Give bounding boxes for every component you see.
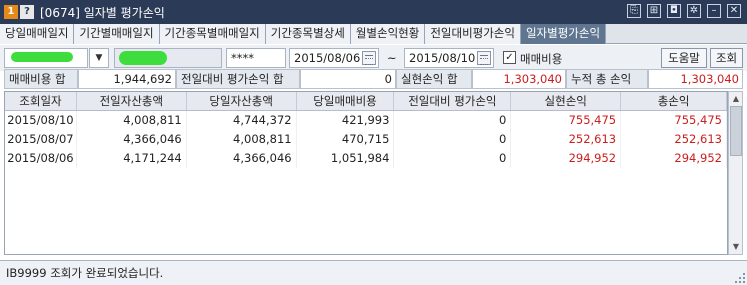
scroll-thumb[interactable] xyxy=(730,106,742,156)
window-titlebar: 1 ? [0674] 일자별 평가손익 ⎘ ⊞ ◘ ✲ – ✕ xyxy=(0,0,747,24)
tab-bar: 당일매매일지 기간별매매일지 기간종목별매매일지 기간종목별상세 월별손익현황 … xyxy=(0,24,747,44)
query-button[interactable]: 조회 xyxy=(710,48,743,68)
redacted-account-name xyxy=(119,51,167,65)
realized-total-value: 1,303,040 xyxy=(472,69,566,89)
grid-header: 조회일자 전일자산총액 당일자산총액 당일매매비용 전일대비 평가손익 실현손익… xyxy=(5,92,727,111)
start-date-field[interactable]: 2015/08/06 xyxy=(289,48,379,68)
cumulative-total-label: 누적 총 손익 xyxy=(566,69,648,89)
cumulative-total-value: 1,303,040 xyxy=(648,69,743,89)
prev-diff-cell: 0 xyxy=(394,130,512,149)
table-row[interactable]: 2015/08/07 4,366,046 4,008,811 470,715 0… xyxy=(5,130,727,149)
column-header[interactable]: 전일대비 평가손익 xyxy=(394,92,512,110)
minimize-icon[interactable]: – xyxy=(707,4,721,18)
date-cell: 2015/08/06 xyxy=(5,149,77,168)
start-date-value: 2015/08/06 xyxy=(294,51,361,65)
prev-assets-cell: 4,171,244 xyxy=(77,149,187,168)
date-cell: 2015/08/10 xyxy=(5,111,77,130)
table-row[interactable]: 2015/08/06 4,171,244 4,366,046 1,051,984… xyxy=(5,149,727,168)
trade-fee-cell: 1,051,984 xyxy=(297,149,395,168)
filter-bar: ▼ **** 2015/08/06 ~ 2015/08/10 ✓ 매매비용 도움… xyxy=(0,45,747,71)
fee-checkbox-label[interactable]: 매매비용 xyxy=(520,51,562,67)
gear-icon[interactable]: ✲ xyxy=(687,4,701,18)
prev-diff-cell: 0 xyxy=(394,149,512,168)
fee-total-value: 1,944,692 xyxy=(78,69,176,89)
end-date-value: 2015/08/10 xyxy=(409,51,476,65)
today-assets-cell: 4,366,046 xyxy=(187,149,297,168)
camera-icon[interactable]: ◘ xyxy=(667,4,681,18)
tab-monthly-pnl[interactable]: 월별손익현황 xyxy=(350,24,426,44)
window-title: [0674] 일자별 평가손익 xyxy=(40,5,165,20)
prev-diff-total-label: 전일대비 평가손익 합 xyxy=(176,69,300,89)
total-pnl-cell: 252,613 xyxy=(621,130,727,149)
date-cell: 2015/08/07 xyxy=(5,130,77,149)
column-header[interactable]: 당일자산총액 xyxy=(187,92,297,110)
realized-pnl-cell: 252,613 xyxy=(511,130,622,149)
realized-total-label: 실현손익 합 xyxy=(396,69,472,89)
end-date-field[interactable]: 2015/08/10 xyxy=(404,48,494,68)
today-assets-cell: 4,744,372 xyxy=(187,111,297,130)
summary-bar: 매매비용 합 1,944,692 전일대비 평가손익 합 0 실현손익 합 1,… xyxy=(0,69,747,89)
account-number-field[interactable] xyxy=(4,48,88,68)
trade-fee-cell: 421,993 xyxy=(297,111,395,130)
account-dropdown-button[interactable]: ▼ xyxy=(89,48,109,68)
fee-total-label: 매매비용 합 xyxy=(4,69,78,89)
scroll-down-icon[interactable]: ▼ xyxy=(730,241,742,253)
tab-daily-eval-pnl[interactable]: 일자별평가손익 xyxy=(520,24,607,44)
prev-diff-total-value: 0 xyxy=(300,69,396,89)
tab-prev-day-eval-pnl[interactable]: 전일대비평가손익 xyxy=(425,24,521,44)
results-grid[interactable]: 조회일자 전일자산총액 당일자산총액 당일매매비용 전일대비 평가손익 실현손익… xyxy=(4,91,728,255)
column-header[interactable]: 총손익 xyxy=(621,92,727,110)
today-assets-cell: 4,008,811 xyxy=(187,130,297,149)
prev-diff-cell: 0 xyxy=(394,111,512,130)
table-row[interactable]: 2015/08/10 4,008,811 4,744,372 421,993 0… xyxy=(5,111,727,130)
help-button[interactable]: 도움말 xyxy=(661,48,707,68)
close-icon[interactable]: ✕ xyxy=(727,4,741,18)
pin-icon[interactable]: ⊞ xyxy=(647,4,661,18)
prev-assets-cell: 4,366,046 xyxy=(77,130,187,149)
column-header[interactable]: 실현손익 xyxy=(511,92,622,110)
status-message: IB9999 조회가 완료되었습니다. xyxy=(6,266,164,280)
grid-vertical-scrollbar[interactable]: ▲ ▼ xyxy=(728,91,743,255)
calendar-icon[interactable] xyxy=(477,51,491,65)
tab-period-trade-journal[interactable]: 기간별매매일지 xyxy=(74,24,160,44)
tab-period-stock-detail[interactable]: 기간종목별상세 xyxy=(265,24,351,44)
calendar-icon[interactable] xyxy=(362,51,376,65)
column-header[interactable]: 조회일자 xyxy=(5,92,77,110)
total-pnl-cell: 755,475 xyxy=(621,111,727,130)
realized-pnl-cell: 755,475 xyxy=(511,111,622,130)
status-bar: IB9999 조회가 완료되었습니다. xyxy=(0,260,747,285)
realized-pnl-cell: 294,952 xyxy=(511,149,622,168)
help-badge[interactable]: ? xyxy=(20,5,34,19)
fee-checkbox[interactable]: ✓ xyxy=(503,51,516,64)
resize-grip-icon[interactable] xyxy=(735,273,745,283)
prev-assets-cell: 4,008,811 xyxy=(77,111,187,130)
column-header[interactable]: 전일자산총액 xyxy=(77,92,187,110)
column-header[interactable]: 당일매매비용 xyxy=(297,92,395,110)
tab-period-stock-trade-journal[interactable]: 기간종목별매매일지 xyxy=(159,24,266,44)
total-pnl-cell: 294,952 xyxy=(621,149,727,168)
link-icon[interactable]: ⎘ xyxy=(627,4,641,18)
redacted-account-number xyxy=(11,52,73,62)
screen-number-badge[interactable]: 1 xyxy=(4,5,18,19)
password-field[interactable]: **** xyxy=(226,48,286,68)
date-range-separator: ~ xyxy=(387,51,397,65)
scroll-up-icon[interactable]: ▲ xyxy=(730,93,742,105)
tab-daily-trade-journal[interactable]: 당일매매일지 xyxy=(0,24,75,44)
account-name-field xyxy=(114,48,222,68)
trade-fee-cell: 470,715 xyxy=(297,130,395,149)
